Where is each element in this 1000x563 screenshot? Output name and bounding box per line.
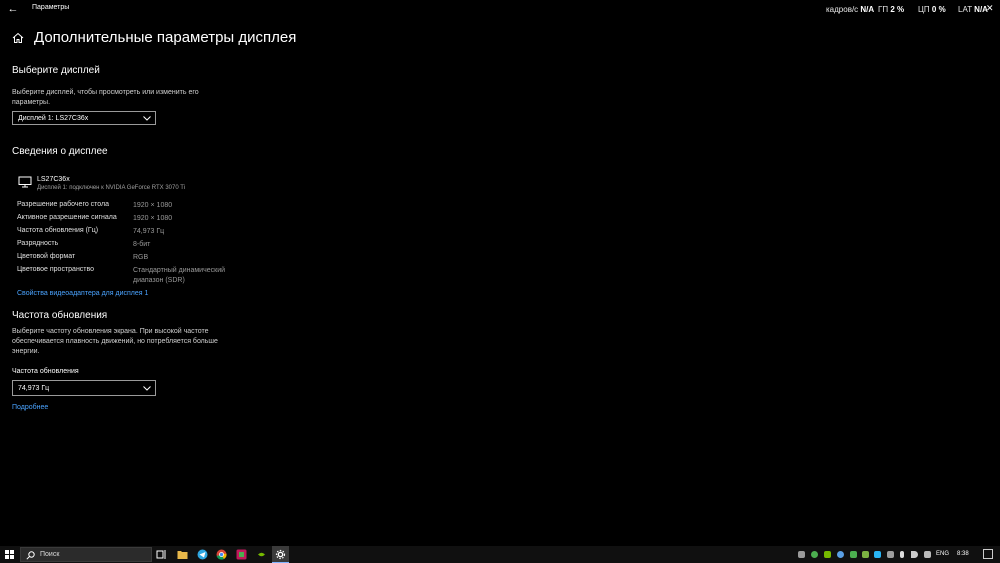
prop-label-bit-depth: Разрядность xyxy=(17,240,59,247)
prop-value-color-space: Стандартный динамический диапазон (SDR) xyxy=(133,267,226,284)
task-view-icon[interactable] xyxy=(156,549,167,560)
telegram-icon[interactable] xyxy=(197,549,208,560)
prop-value-refresh-rate: 74,973 Гц xyxy=(133,228,165,235)
search-icon xyxy=(26,551,35,560)
prop-value-bit-depth: 8-бит xyxy=(133,241,151,248)
refresh-rate-value: 74,973 Гц xyxy=(18,385,50,392)
prop-label-color-space: Цветовое пространство xyxy=(17,266,95,273)
fps-label: кадров/с xyxy=(826,5,859,14)
tray-app-icon[interactable] xyxy=(824,551,831,558)
gpu-value: 2 % xyxy=(890,5,905,14)
monitor-connection: Дисплей 1: подключен к NVIDIA GeForce RT… xyxy=(37,185,186,191)
page-title: Дополнительные параметры дисплея xyxy=(34,29,297,46)
tray-app-icon[interactable] xyxy=(887,551,894,558)
chrome-icon[interactable] xyxy=(216,549,227,560)
file-explorer-icon[interactable] xyxy=(177,549,188,560)
clock[interactable]: 8:38 xyxy=(957,551,969,557)
lat-overlay: LAT N/A xyxy=(958,5,988,14)
prop-label-desktop-resolution: Разрешение рабочего стола xyxy=(17,201,110,208)
back-arrow-icon[interactable]: ← xyxy=(6,2,20,16)
taskbar: Поиск ENG 8:38 xyxy=(0,546,1000,563)
close-icon[interactable]: ✕ xyxy=(986,3,994,14)
display-info-heading: Сведения о дисплее xyxy=(12,146,108,157)
monitor-icon xyxy=(18,176,32,188)
fps-value: N/A xyxy=(860,5,875,14)
window-title: Параметры xyxy=(32,4,70,11)
adapter-properties-link[interactable]: Свойства видеоадаптера для дисплея 1 xyxy=(17,290,148,297)
tray-app-icon[interactable] xyxy=(811,551,818,558)
gear-icon xyxy=(275,549,286,560)
tray-app-icon[interactable] xyxy=(874,551,881,558)
cpu-value: 0 % xyxy=(931,5,946,14)
learn-more-link[interactable]: Подробнее xyxy=(12,404,48,411)
prop-label-refresh-rate: Частота обновления (Гц) xyxy=(17,227,99,234)
display-select-value: Дисплей 1: LS27C36x xyxy=(18,115,89,122)
notification-icon[interactable] xyxy=(983,549,993,559)
refresh-rate-dropdown[interactable]: 74,973 Гц xyxy=(12,380,156,396)
tray-app-icon[interactable] xyxy=(798,551,805,558)
speaker-icon[interactable] xyxy=(911,551,918,558)
windows-start-icon[interactable] xyxy=(0,546,18,563)
settings-taskbar-button[interactable] xyxy=(272,546,289,563)
refresh-rate-description: Выберите частоту обновления экрана. При … xyxy=(12,328,218,355)
tray-app-icon[interactable] xyxy=(862,551,869,558)
fps-overlay: кадров/с N/A xyxy=(826,5,874,14)
language-indicator[interactable]: ENG xyxy=(936,551,949,557)
gpu-overlay: ГП 2 % xyxy=(878,5,904,14)
prop-value-color-format: RGB xyxy=(133,254,149,261)
select-display-description: Выберите дисплей, чтобы просмотреть или … xyxy=(12,89,199,106)
refresh-rate-heading: Частота обновления xyxy=(12,310,108,321)
gpu-label: ГП xyxy=(878,5,889,14)
select-display-heading: Выберите дисплей xyxy=(12,65,100,76)
chevron-down-icon xyxy=(143,386,151,391)
monitor-name: LS27C36x xyxy=(37,176,70,183)
search-placeholder: Поиск xyxy=(40,551,60,558)
cpu-overlay: ЦП 0 % xyxy=(918,5,946,14)
prop-label-color-format: Цветовой формат xyxy=(17,253,76,260)
battery-icon[interactable] xyxy=(900,551,904,558)
display-select-dropdown[interactable]: Дисплей 1: LS27C36x xyxy=(12,111,156,125)
tray-app-icon[interactable] xyxy=(837,551,844,558)
refresh-rate-field-label: Частота обновления xyxy=(12,368,79,375)
network-icon[interactable] xyxy=(924,551,931,558)
prop-label-active-resolution: Активное разрешение сигнала xyxy=(17,214,117,221)
tray-app-icon[interactable] xyxy=(850,551,857,558)
title-bar: ← Параметры кадров/с N/A ГП 2 % ЦП 0 % L… xyxy=(0,0,1000,20)
prop-value-active-resolution: 1920 × 1080 xyxy=(133,215,173,222)
cpu-label: ЦП xyxy=(918,5,930,14)
prop-value-desktop-resolution: 1920 × 1080 xyxy=(133,202,173,209)
lat-label: LAT xyxy=(958,5,972,14)
taskbar-search-box[interactable]: Поиск xyxy=(20,547,152,562)
nvidia-icon[interactable] xyxy=(256,549,267,560)
home-icon[interactable] xyxy=(12,32,24,44)
app-icon[interactable] xyxy=(236,549,247,560)
chevron-down-icon xyxy=(143,116,151,121)
